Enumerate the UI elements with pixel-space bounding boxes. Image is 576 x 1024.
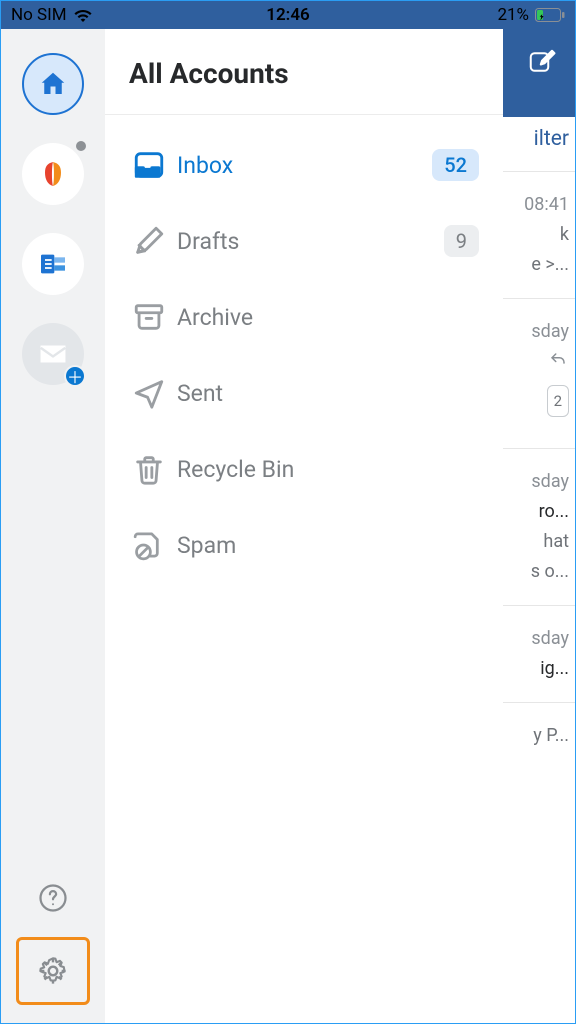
- message-fragment[interactable]: 08:41 k e >...: [495, 171, 575, 298]
- folder-inbox[interactable]: Inbox 52: [105, 127, 503, 203]
- message-fragment[interactable]: y P...: [495, 702, 575, 769]
- battery-percent: 21%: [497, 5, 529, 25]
- folder-label: Sent: [177, 380, 479, 407]
- help-button[interactable]: [32, 877, 74, 919]
- settings-button[interactable]: [32, 950, 74, 992]
- inbox-icon: [121, 148, 177, 182]
- message-list-fragment: 08:41 k e >... sday 2 sday ro... hat s o…: [495, 171, 575, 769]
- folder-label: Inbox: [177, 152, 432, 179]
- count-badge: 2: [547, 385, 569, 417]
- folder-count: 9: [444, 225, 479, 257]
- compose-icon[interactable]: [527, 47, 557, 77]
- add-account-button[interactable]: ＋: [22, 323, 84, 385]
- unread-dot-icon: [76, 141, 86, 151]
- exchange-account-button[interactable]: [22, 233, 84, 295]
- message-fragment[interactable]: sday 2: [495, 298, 575, 448]
- wifi-icon: [73, 8, 93, 22]
- folder-label: Drafts: [177, 228, 444, 255]
- filter-label[interactable]: ilter: [534, 127, 569, 151]
- drawer-title: All Accounts: [105, 29, 503, 115]
- reply-icon: [547, 351, 569, 369]
- folder-count: 52: [432, 149, 479, 181]
- plus-icon: ＋: [64, 365, 86, 387]
- archive-icon: [121, 300, 177, 334]
- folder-archive[interactable]: Archive: [105, 279, 503, 355]
- battery-icon: [535, 8, 565, 22]
- home-account-button[interactable]: [22, 53, 84, 115]
- folder-spam[interactable]: Spam: [105, 507, 503, 583]
- spam-icon: [121, 528, 177, 562]
- folder-list: Inbox 52 Drafts 9 Archive Se: [105, 115, 503, 583]
- carrier-text: No SIM: [11, 5, 67, 25]
- clock: 12:46: [266, 5, 309, 25]
- settings-highlight: [16, 937, 90, 1005]
- sent-icon: [121, 376, 177, 410]
- status-bar: No SIM 12:46 21%: [1, 1, 575, 29]
- message-fragment[interactable]: sday ig...: [495, 605, 575, 702]
- office-account-button[interactable]: [22, 143, 84, 205]
- folder-label: Recycle Bin: [177, 456, 479, 483]
- folder-label: Archive: [177, 304, 479, 331]
- drafts-icon: [121, 224, 177, 258]
- folder-sent[interactable]: Sent: [105, 355, 503, 431]
- folder-recycle-bin[interactable]: Recycle Bin: [105, 431, 503, 507]
- trash-icon: [121, 452, 177, 486]
- account-rail: ＋: [1, 29, 105, 1023]
- folder-panel: All Accounts Inbox 52 Drafts 9: [105, 29, 503, 1023]
- message-fragment[interactable]: sday ro... hat s o...: [495, 448, 575, 605]
- folder-drafts[interactable]: Drafts 9: [105, 203, 503, 279]
- folder-label: Spam: [177, 532, 479, 559]
- navigation-drawer: ＋ All Accounts: [1, 29, 503, 1023]
